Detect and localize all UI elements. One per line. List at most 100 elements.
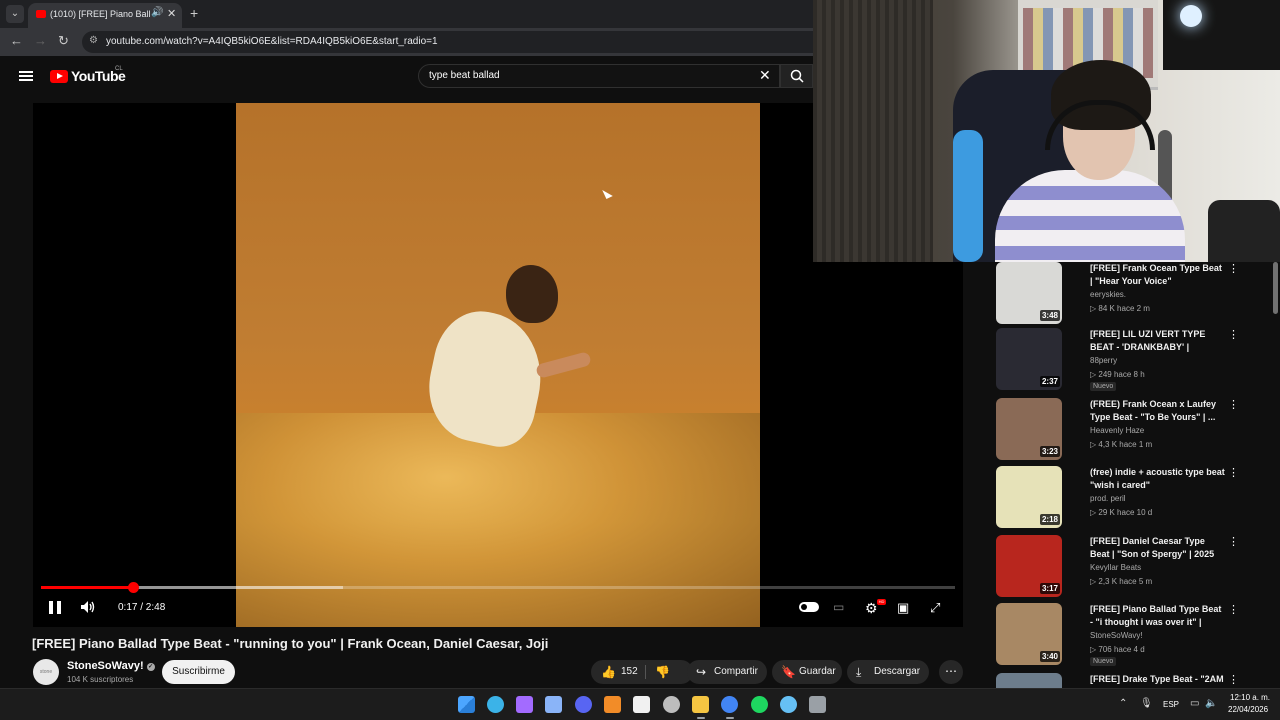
clock-date[interactable]: 22/04/2026 bbox=[1228, 705, 1268, 714]
fullscreen-icon[interactable]: ⤢ bbox=[930, 600, 940, 616]
pause-icon[interactable] bbox=[49, 601, 61, 614]
recommendation-title[interactable]: [FREE] Piano Ballad Type Beat - "i thoug… bbox=[1090, 603, 1225, 629]
recommendation-channel[interactable]: 88perry bbox=[1090, 356, 1117, 365]
discord-icon[interactable] bbox=[575, 696, 592, 713]
recommendation-views-age: ▷ 4,3 K hace 1 m bbox=[1090, 440, 1153, 449]
subtitles-cc-icon[interactable]: ▭ bbox=[833, 600, 844, 614]
progress-bar[interactable] bbox=[41, 582, 955, 593]
volume-speaker-icon[interactable]: 🔈 bbox=[1205, 698, 1217, 709]
webcam-overlay bbox=[813, 0, 1280, 262]
more-options-icon[interactable]: ⋮ bbox=[1228, 603, 1239, 616]
recommendation-item[interactable]: 3:23 (FREE) Frank Ocean x Laufey Type Bea… bbox=[970, 398, 1270, 464]
more-actions-icon[interactable]: ⋯ bbox=[939, 660, 963, 684]
search-input[interactable]: type beat ballad ✕ bbox=[418, 64, 780, 88]
youtube-logo-icon[interactable] bbox=[50, 70, 68, 83]
recommendation-title[interactable]: [FREE] Frank Ocean Type Beat | "Hear You… bbox=[1090, 262, 1225, 288]
chrome-icon[interactable] bbox=[721, 696, 738, 713]
url-text[interactable]: youtube.com/watch?v=A4IQB5kiO6E&list=RDA… bbox=[106, 36, 438, 47]
clear-search-close-icon[interactable]: ✕ bbox=[759, 67, 771, 84]
recommendation-item[interactable]: 2:18 (free) indie + acoustic type beat "w… bbox=[970, 466, 1270, 532]
recommendation-title[interactable]: (free) indie + acoustic type beat "wish … bbox=[1090, 466, 1225, 492]
recommendation-thumbnail[interactable]: 3:17 bbox=[996, 535, 1062, 597]
recommendation-channel[interactable]: prod. peril bbox=[1090, 494, 1126, 503]
show-hidden-icons-chevron-up-icon[interactable]: ⌃ bbox=[1119, 698, 1127, 709]
new-badge: Nuevo bbox=[1090, 382, 1117, 391]
recommendation-channel[interactable]: eeryskies. bbox=[1090, 290, 1126, 299]
recommendation-title[interactable]: (FREE) Frank Ocean x Laufey Type Beat - … bbox=[1090, 398, 1225, 424]
recommendation-thumbnail[interactable]: 2:37 bbox=[996, 328, 1062, 390]
language-indicator[interactable]: ESP bbox=[1163, 700, 1179, 709]
progress-scrubber-handle[interactable] bbox=[128, 582, 140, 593]
edge-browser-icon[interactable] bbox=[487, 696, 504, 713]
site-info-tune-icon[interactable]: ⚙ bbox=[89, 35, 98, 46]
recommendations-list: 3:48 [FREE] Frank Ocean Type Beat | "Hear… bbox=[970, 262, 1270, 688]
search-button[interactable] bbox=[780, 64, 813, 88]
app-icon[interactable] bbox=[545, 696, 562, 713]
recommendation-thumbnail[interactable]: 3:23 bbox=[996, 398, 1062, 460]
more-options-icon[interactable]: ⋮ bbox=[1228, 328, 1239, 341]
recommendation-item[interactable]: 3:40 [FREE] Piano Ballad Type Beat - "i t… bbox=[970, 603, 1270, 669]
steam-icon[interactable] bbox=[780, 696, 797, 713]
dislike-thumbs-down-icon[interactable]: 👎 bbox=[655, 660, 670, 684]
theater-mode-icon[interactable]: ▣ bbox=[897, 600, 909, 616]
recommendation-title[interactable]: [FREE] LIL UZI VERT TYPE BEAT - 'DRANKBA… bbox=[1090, 328, 1225, 354]
video-frame[interactable] bbox=[236, 103, 760, 627]
subscribe-button[interactable]: Suscribirme bbox=[162, 660, 235, 684]
brave-browser-icon[interactable] bbox=[604, 696, 621, 713]
recommendation-thumbnail[interactable] bbox=[996, 673, 1062, 688]
reload-icon[interactable]: ↻ bbox=[58, 33, 69, 49]
copilot-icon[interactable] bbox=[516, 696, 533, 713]
channel-name[interactable]: StoneSoWavy! ✓ bbox=[67, 660, 155, 672]
recommendation-thumbnail[interactable]: 3:40 bbox=[996, 603, 1062, 665]
address-bar[interactable]: ⚙ youtube.com/watch?v=A4IQB5kiO6E&list=R… bbox=[82, 31, 813, 53]
file-icon[interactable] bbox=[633, 696, 650, 713]
sidebar-scrollbar[interactable] bbox=[1273, 262, 1278, 314]
recommendation-channel[interactable]: Heavenly Haze bbox=[1090, 426, 1144, 435]
back-arrow-icon[interactable]: ← bbox=[10, 33, 23, 48]
close-tab-icon[interactable]: ✕ bbox=[167, 7, 176, 20]
recommendation-item[interactable]: 3:48 [FREE] Frank Ocean Type Beat | "Hear… bbox=[970, 262, 1270, 328]
more-options-icon[interactable]: ⋮ bbox=[1228, 262, 1239, 275]
recommendation-channel[interactable]: StoneSoWavy! bbox=[1090, 631, 1143, 640]
more-options-icon[interactable]: ⋮ bbox=[1228, 398, 1239, 411]
speaker-icon[interactable]: 🔊 bbox=[151, 7, 163, 18]
network-icon[interactable]: ▭ bbox=[1190, 698, 1199, 709]
recommendation-title[interactable]: [FREE] Daniel Caesar Type Beat | "Son of… bbox=[1090, 535, 1225, 561]
spotify-icon[interactable] bbox=[751, 696, 768, 713]
like-count[interactable]: 152 bbox=[621, 660, 638, 684]
channel-avatar[interactable]: stone bbox=[33, 659, 59, 685]
autoplay-toggle[interactable] bbox=[799, 602, 819, 612]
recommendation-channel[interactable]: Kevyllar Beats bbox=[1090, 563, 1141, 572]
microphone-icon[interactable]: 🎙 bbox=[1140, 698, 1153, 709]
file-explorer-icon[interactable] bbox=[692, 696, 709, 713]
share-button[interactable]: ↪ Compartir bbox=[687, 660, 767, 684]
duration-badge: 3:48 bbox=[1039, 310, 1060, 321]
channel-name-text[interactable]: StoneSoWavy! bbox=[67, 660, 144, 672]
search-query[interactable]: type beat ballad bbox=[429, 70, 500, 81]
save-button[interactable]: 🔖 Guardar bbox=[772, 660, 842, 684]
recommendation-item[interactable]: 3:17 [FREE] Daniel Caesar Type Beat | "So… bbox=[970, 535, 1270, 601]
recommendation-item[interactable]: [FREE] Drake Type Beat - "2AM ⋮ bbox=[970, 673, 1270, 688]
more-options-icon[interactable]: ⋮ bbox=[1228, 466, 1239, 479]
volume-speaker-icon[interactable] bbox=[80, 600, 96, 614]
download-button[interactable]: ⤓ Descargar bbox=[847, 660, 929, 684]
tab-search-chevron-down-icon[interactable]: ⌄ bbox=[6, 5, 24, 23]
recommendation-thumbnail[interactable]: 2:18 bbox=[996, 466, 1062, 528]
obs-icon[interactable] bbox=[663, 696, 680, 713]
settings-gear-icon[interactable] bbox=[809, 696, 826, 713]
like-divider bbox=[645, 665, 646, 679]
recommendation-item[interactable]: 2:37 [FREE] LIL UZI VERT TYPE BEAT - 'DRA… bbox=[970, 328, 1270, 394]
save-label: Guardar bbox=[799, 666, 836, 677]
recommendation-title[interactable]: [FREE] Drake Type Beat - "2AM bbox=[1090, 673, 1225, 688]
more-options-icon[interactable]: ⋮ bbox=[1228, 535, 1239, 548]
recommendation-thumbnail[interactable]: 3:48 bbox=[996, 262, 1062, 324]
menu-hamburger-icon[interactable] bbox=[19, 71, 33, 81]
more-options-icon[interactable]: ⋮ bbox=[1228, 673, 1239, 686]
clock-time[interactable]: 12:10 a. m. bbox=[1230, 693, 1270, 702]
settings-gear-icon[interactable]: ⚙ bbox=[865, 600, 878, 617]
forward-arrow-icon[interactable]: → bbox=[34, 33, 47, 48]
browser-tab-active[interactable]: (1010) [FREE] Piano Ballad T 🔊 ✕ bbox=[28, 3, 182, 28]
new-tab-plus-icon[interactable]: + bbox=[190, 5, 198, 21]
start-windows-icon[interactable] bbox=[458, 696, 475, 713]
like-thumbs-up-icon[interactable]: 👍 bbox=[601, 660, 616, 684]
